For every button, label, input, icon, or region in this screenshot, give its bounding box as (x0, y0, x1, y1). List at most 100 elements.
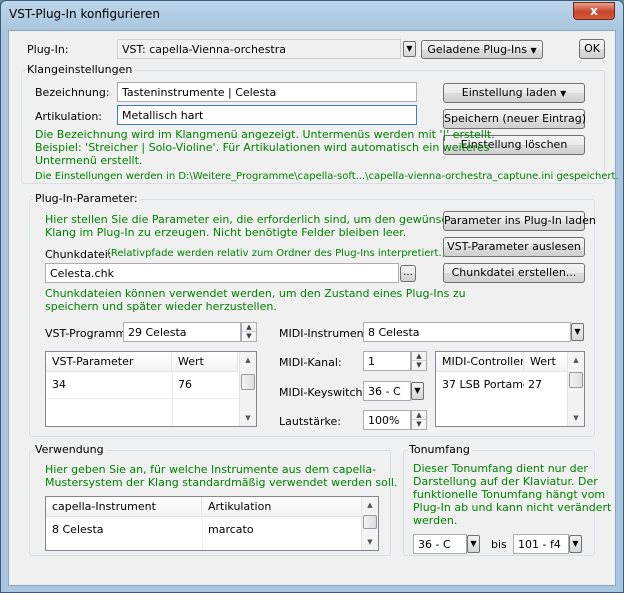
tonumfang-info-line-4: Plug-In ab und kann nicht verändert (413, 501, 612, 514)
midi-keyswitch-label: MIDI-Keyswitch: (279, 386, 367, 399)
range-bis-label: bis (491, 538, 507, 551)
vst-param-row-name[interactable]: 34 (48, 378, 168, 391)
title-bar[interactable]: VST-Plug-In konfigurieren x (1, 1, 623, 29)
loaded-plugins-label: Geladene Plug-Ins (427, 43, 527, 56)
range-to-dropdown-icon[interactable]: ▼ (569, 535, 582, 553)
artikulation-input[interactable]: Metallisch hart (117, 105, 417, 125)
chunk-info-line-1: Chunkdateien können verwendet werden, um… (45, 287, 466, 300)
klang-info-line-2: Beispiel: 'Streicher | Solo-Violine'. Fü… (35, 141, 490, 154)
plugin-dropdown-arrow-icon[interactable]: ▼ (403, 41, 416, 57)
usage-scrollbar[interactable]: ▲ ▼ (361, 497, 378, 550)
controller-scrollbar[interactable]: ▲ ▼ (567, 352, 584, 426)
scroll-thumb[interactable] (363, 515, 377, 529)
chunk-info-line-2: speichern und später wieder herzustellen… (45, 300, 277, 313)
vst-program-input[interactable]: 29 Celesta (123, 322, 241, 342)
chevron-down-icon: ▼ (530, 46, 537, 55)
scroll-down-icon[interactable]: ▼ (240, 410, 256, 426)
scroll-thumb[interactable] (569, 372, 583, 388)
midi-instrument-select[interactable]: 8 Celesta (363, 322, 571, 342)
spin-down-icon[interactable]: ▼ (242, 332, 256, 341)
create-chunk-button[interactable]: Chunkdatei erstellen... (443, 263, 585, 283)
tonumfang-info-line-1: Dieser Tonumfang dient nur der (413, 462, 588, 475)
grid-divider (172, 372, 173, 426)
midi-instrument-label: MIDI-Instrument: (279, 327, 372, 340)
tonumfang-info-line-2: Darstellung auf der Klaviatur. Der (413, 475, 598, 488)
save-path-text: Die Einstellungen werden in D:\Weitere_P… (35, 171, 619, 182)
volume-spinner[interactable]: ▲ ▼ (411, 410, 427, 430)
plugin-select[interactable]: VST: capella-Vienna-orchestra (117, 39, 401, 59)
klang-group-title: Klangeinstellungen (25, 63, 135, 76)
volume-label: Lautstärke: (279, 415, 341, 428)
verwendung-group-title: Verwendung (33, 443, 106, 456)
range-from-select[interactable]: 36 - C (413, 534, 467, 554)
load-setting-label: Einstellung laden (461, 86, 557, 99)
vst-param-row-value[interactable]: 76 (174, 378, 234, 391)
close-button[interactable]: x (573, 2, 615, 20)
tonumfang-info-line-3: funktionelle Tonumfang hängt vom (413, 488, 606, 501)
vst-parameter-table[interactable]: VST-Parameter Wert 34 76 ▲ ▼ (45, 351, 257, 427)
browse-chunk-button[interactable]: ... (400, 265, 416, 282)
dialog-client-area: Plug-In: VST: capella-Vienna-orchestra ▼… (8, 30, 619, 586)
read-params-button[interactable]: VST-Parameter auslesen (443, 237, 585, 257)
vst-param-header-name[interactable]: VST-Parameter (46, 352, 172, 372)
vst-program-spinner[interactable]: ▲ ▼ (241, 322, 257, 342)
loaded-plugins-button[interactable]: Geladene Plug-Ins ▼ (421, 40, 543, 59)
spin-down-icon[interactable]: ▼ (412, 420, 426, 429)
chunk-hint: (Relativpfade werden relativ zum Ordner … (107, 248, 446, 259)
bezeichnung-input[interactable]: Tasteninstrumente | Celesta (117, 82, 417, 102)
grid-divider (46, 398, 240, 399)
tonumfang-group-title: Tonumfang (407, 443, 472, 456)
usage-header-articulation[interactable]: Artikulation (202, 497, 362, 517)
spin-down-icon[interactable]: ▼ (412, 361, 426, 370)
plugin-label: Plug-In: (27, 43, 69, 56)
window-title: VST-Plug-In konfigurieren (9, 7, 161, 21)
range-from-dropdown-icon[interactable]: ▼ (467, 535, 480, 553)
spin-up-icon[interactable]: ▲ (412, 352, 426, 361)
klang-info-line-3: Untermenü erstellt. (35, 154, 143, 167)
volume-input[interactable]: 100% (363, 410, 411, 430)
dialog-window: VST-Plug-In konfigurieren x Plug-In: VST… (0, 0, 624, 593)
load-setting-button[interactable]: Einstellung laden ▼ (443, 83, 585, 103)
usage-header-instrument[interactable]: capella-Instrument (46, 497, 202, 517)
ok-button[interactable]: OK (579, 39, 605, 59)
params-info-line-1: Hier stellen Sie die Parameter ein, die … (45, 213, 473, 226)
midi-channel-spinner[interactable]: ▲ ▼ (411, 351, 427, 371)
controller-header-name[interactable]: MIDI-Controller (436, 352, 524, 372)
params-info-line-2: Klang im Plug-In zu erzeugen. Nicht benö… (45, 226, 407, 239)
params-group-title: Plug-In-Parameter: (33, 192, 140, 205)
load-params-button[interactable]: Parameter ins Plug-In laden (443, 211, 596, 231)
midi-channel-input[interactable]: 1 (363, 351, 411, 371)
scroll-down-icon[interactable]: ▼ (362, 534, 378, 550)
range-to-select[interactable]: 101 - f4 (513, 534, 569, 554)
vst-param-header-value[interactable]: Wert (172, 352, 238, 372)
spin-up-icon[interactable]: ▲ (412, 411, 426, 420)
chunk-label: Chunkdatei: (45, 248, 112, 261)
plugin-select-value: VST: capella-Vienna-orchestra (122, 43, 287, 56)
klang-info-line-1: Die Bezeichnung wird im Klangmenü angeze… (35, 128, 495, 141)
instrument-usage-table[interactable]: capella-Instrument Artikulation 8 Celest… (45, 496, 379, 551)
vst-program-label: VST-Programm: (45, 327, 131, 340)
verwendung-info-line-1: Hier geben Sie an, für welche Instrument… (45, 463, 377, 476)
vst-param-scrollbar[interactable]: ▲ ▼ (239, 352, 256, 426)
scroll-up-icon[interactable]: ▲ (568, 352, 584, 368)
controller-row-name[interactable]: 37 LSB Portamen (438, 378, 524, 391)
scroll-up-icon[interactable]: ▲ (240, 352, 256, 368)
grid-divider (202, 517, 203, 550)
midi-keyswitch-select[interactable]: 36 - C (363, 381, 411, 401)
tonumfang-info-line-5: werden. (413, 514, 458, 527)
midi-instrument-dropdown-icon[interactable]: ▼ (571, 323, 584, 341)
scroll-thumb[interactable] (241, 374, 255, 390)
midi-controller-table[interactable]: MIDI-Controller Wert 37 LSB Portamen 27 … (435, 351, 585, 427)
chevron-down-icon: ▼ (560, 89, 567, 98)
controller-header-value[interactable]: Wert (524, 352, 568, 372)
save-new-entry-button[interactable]: Speichern (neuer Eintrag) (443, 109, 586, 129)
verwendung-info-line-2: Mustersystem der Klang standardmäßig ver… (45, 476, 398, 489)
usage-row-articulation[interactable]: marcato (204, 523, 354, 536)
scroll-down-icon[interactable]: ▼ (568, 410, 584, 426)
scroll-up-icon[interactable]: ▲ (362, 497, 378, 513)
usage-row-instrument[interactable]: 8 Celesta (48, 523, 198, 536)
midi-keyswitch-dropdown-icon[interactable]: ▼ (411, 382, 424, 400)
spin-up-icon[interactable]: ▲ (242, 323, 256, 332)
chunk-file-input[interactable]: Celesta.chk (45, 263, 399, 283)
controller-row-value[interactable]: 27 (524, 378, 564, 391)
